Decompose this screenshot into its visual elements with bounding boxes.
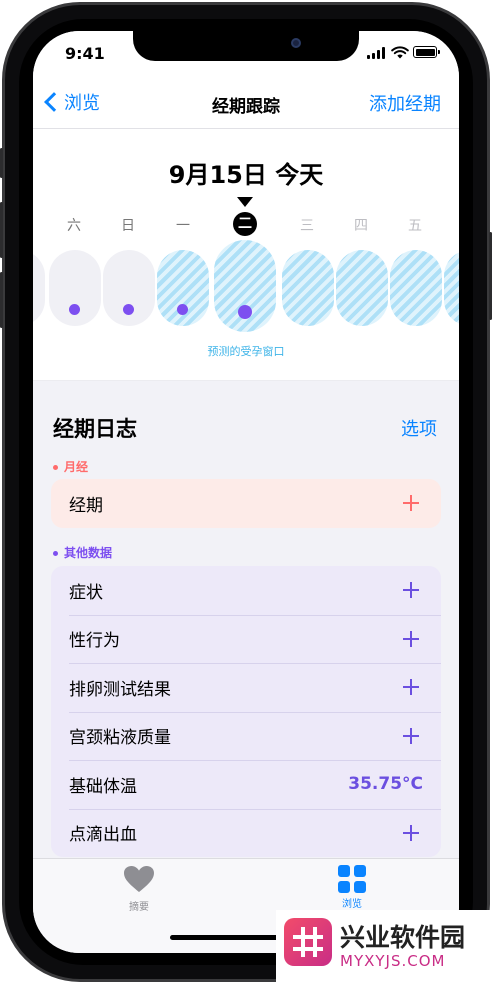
- heart-icon: [124, 866, 154, 892]
- spotting-row[interactable]: 点滴出血: [51, 808, 441, 858]
- tab-label: 浏览: [342, 899, 362, 910]
- other-data-card: 症状 性行为 排卵测试结果 宫颈粘液质量 基础体温 35.75°C 点滴出血: [51, 566, 441, 857]
- calendar-day-fertile[interactable]: [157, 250, 209, 326]
- wifi-icon: [391, 46, 409, 59]
- weekday-label: 四: [354, 218, 368, 234]
- add-icon[interactable]: [403, 630, 419, 647]
- row-label: 症状: [69, 582, 103, 603]
- watermark-title: 兴业软件园: [340, 923, 466, 952]
- weekday-label-today: 二: [233, 212, 257, 236]
- status-time: 9:41: [65, 44, 105, 63]
- logged-data-dot: [177, 304, 188, 315]
- calendar-day[interactable]: [103, 250, 155, 326]
- watermark: 兴业软件园 MYXYJS.COM: [276, 910, 492, 984]
- bullet-icon: [53, 465, 58, 470]
- symptoms-row[interactable]: 症状: [51, 566, 441, 615]
- row-label: 性行为: [69, 631, 120, 652]
- row-label: 排卵测试结果: [69, 679, 171, 700]
- weekday-label: 五: [408, 218, 422, 234]
- period-card: 经期: [51, 479, 441, 528]
- period-section-label: 月经: [53, 458, 88, 475]
- calendar-day-fertile[interactable]: [282, 250, 334, 326]
- row-label: 点滴出血: [69, 825, 137, 846]
- watermark-subtitle: MYXYJS.COM: [340, 952, 446, 970]
- tab-summary[interactable]: 摘要: [99, 865, 179, 913]
- phone-screen: 9:41 浏览 经期跟踪 添加经期 9月15日 今天 六 日 一 二 三 四 五: [33, 31, 459, 953]
- front-camera: [291, 38, 301, 48]
- calendar-day-fertile[interactable]: [444, 250, 459, 326]
- ovulation-test-row[interactable]: 排卵测试结果: [51, 663, 441, 712]
- other-data-section-text: 其他数据: [64, 546, 113, 560]
- silent-switch: [0, 148, 3, 178]
- other-data-section-label: 其他数据: [53, 544, 112, 561]
- notch: [133, 31, 359, 61]
- cellular-signal-icon: [367, 47, 387, 59]
- weekday-label: 三: [300, 218, 314, 234]
- status-bar: 9:41: [33, 31, 459, 79]
- battery-icon: [413, 46, 440, 58]
- calendar-day-fertile[interactable]: [390, 250, 442, 326]
- logged-data-dot: [238, 305, 252, 319]
- calendar-date-label: 9月15日 今天: [168, 161, 324, 189]
- options-button[interactable]: 选项: [401, 415, 437, 441]
- basal-body-temperature-row[interactable]: 基础体温 35.75°C: [51, 760, 441, 809]
- logged-data-dot: [123, 304, 134, 315]
- calendar-day[interactable]: [33, 250, 45, 326]
- tab-label: 摘要: [129, 902, 149, 913]
- bullet-icon: [53, 551, 58, 556]
- add-icon[interactable]: [403, 582, 419, 598]
- period-row[interactable]: 经期: [51, 479, 441, 528]
- today-pointer-icon: [237, 197, 253, 207]
- weekday-label: 日: [121, 218, 135, 234]
- cycle-calendar: 9月15日 今天 六 日 一 二 三 四 五 预测的受孕窗口: [33, 129, 459, 381]
- logged-data-dot: [69, 304, 80, 315]
- navigation-bar: 浏览 经期跟踪 添加经期: [33, 79, 459, 129]
- sexual-activity-row[interactable]: 性行为: [51, 614, 441, 664]
- weekday-label: 六: [67, 218, 81, 234]
- row-label: 宫颈粘液质量: [69, 728, 171, 749]
- cycle-log-title: 经期日志: [53, 417, 137, 441]
- tab-browse[interactable]: 浏览: [312, 865, 392, 910]
- cervical-mucus-row[interactable]: 宫颈粘液质量: [51, 711, 441, 761]
- volume-down-button: [0, 272, 3, 328]
- temperature-value: 35.75°C: [348, 774, 423, 794]
- row-label: 基础体温: [69, 776, 137, 797]
- add-icon[interactable]: [403, 495, 419, 511]
- row-label: 经期: [69, 495, 103, 516]
- calendar-day-fertile[interactable]: [336, 250, 388, 326]
- add-icon[interactable]: [403, 679, 419, 695]
- calendar-day-today[interactable]: [214, 240, 276, 332]
- weekday-label: 一: [176, 218, 190, 234]
- calendar-day[interactable]: [49, 250, 101, 326]
- add-icon[interactable]: [403, 727, 419, 744]
- grid-icon: [338, 865, 366, 893]
- watermark-logo-icon: [284, 918, 332, 966]
- add-icon[interactable]: [403, 824, 419, 841]
- fertile-window-label: 预测的受孕窗口: [207, 345, 285, 358]
- volume-up-button: [0, 202, 3, 258]
- add-period-button[interactable]: 添加经期: [369, 90, 441, 116]
- period-section-text: 月经: [64, 460, 89, 474]
